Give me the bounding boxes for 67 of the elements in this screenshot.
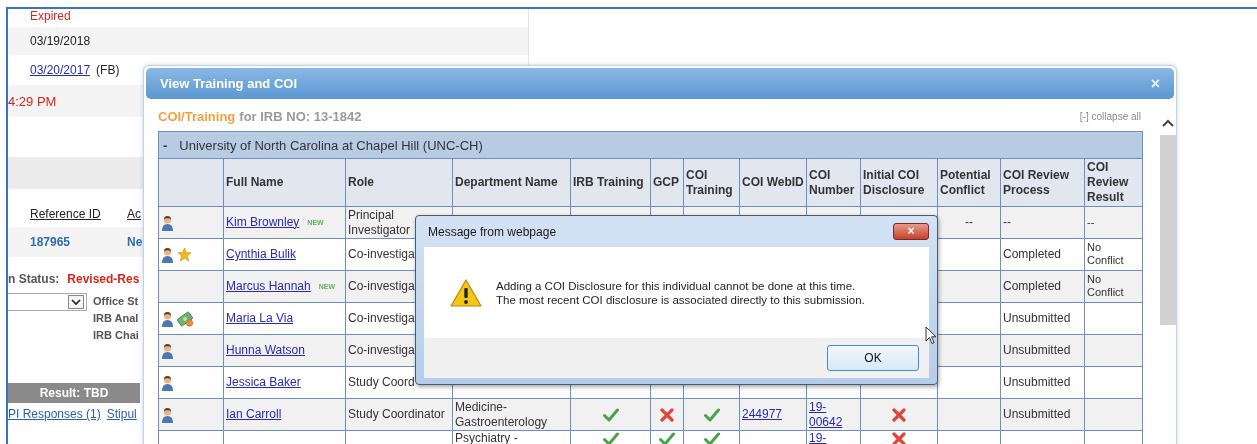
- ok-button[interactable]: OK: [827, 345, 919, 371]
- assignment-label: Office St: [93, 295, 139, 307]
- column-header: COI Number: [806, 158, 861, 207]
- column-header: IRB Training: [570, 158, 651, 207]
- review-process-text: Completed: [1003, 247, 1062, 261]
- tab-link[interactable]: Stipul: [106, 407, 137, 421]
- dialog-title: Message from webpage: [428, 224, 557, 239]
- column-header: Initial COI Disclosure: [860, 158, 938, 207]
- role-text: Co-investiga: [348, 343, 415, 357]
- time-text: 4:29 PM: [8, 93, 57, 109]
- message-line: The most recent COI disclosure is associated directly to this submission.: [496, 293, 865, 306]
- column-header: COI Review Result: [1084, 158, 1143, 207]
- review-process-text: Completed: [1003, 279, 1062, 293]
- table-cell: Ne: [127, 235, 143, 249]
- review-process-text: Unsubmitted: [1003, 407, 1071, 421]
- person-name-link[interactable]: Ian Carroll: [226, 407, 282, 421]
- table-cell: --: [965, 215, 973, 229]
- status-label: n Status:: [8, 272, 60, 286]
- assignment-label: IRB Anal: [93, 312, 139, 324]
- collapse-all-link[interactable]: [-] collapse all: [1079, 110, 1141, 122]
- review-process-text: Unsubmitted: [1003, 311, 1071, 325]
- review-result-text: No Conflict: [1087, 241, 1125, 267]
- column-header: COI Training: [683, 158, 740, 207]
- scrollbar-thumb[interactable]: [1160, 135, 1176, 325]
- column-header: Role: [345, 158, 453, 207]
- table-cell-text: 187965: [30, 235, 72, 249]
- role-text: Co-investiga: [348, 311, 415, 325]
- review-process-text: Unsubmitted: [1003, 343, 1071, 357]
- department-text: Medicine-Gastroenterology: [455, 399, 548, 429]
- column-header: Department Name: [452, 158, 571, 207]
- tab-link[interactable]: PI Responses (1): [8, 407, 101, 421]
- group-header-row[interactable]: - University of North Carolina at Chapel Hill (UNC-CH): [158, 131, 1143, 159]
- irb-number-label: for IRB NO: 13-1842: [239, 108, 362, 124]
- role-text: Principal Investigator: [348, 207, 411, 237]
- role-text: Co-investiga: [348, 247, 415, 261]
- column-header: COI Review Process: [1000, 158, 1085, 207]
- section-title: COI/Training: [158, 108, 236, 124]
- department-text: Psychiatry -: [455, 431, 518, 444]
- role-text: Study Coordinator: [348, 407, 445, 421]
- scroll-up-icon[interactable]: [1162, 119, 1174, 127]
- group-title: University of North Carolina at Chapel Hill (UNC-CH): [179, 137, 483, 153]
- column-header: COI WebID: [739, 158, 807, 207]
- column-header: Full Name: [223, 158, 346, 207]
- column-header: Potential Conflict: [937, 158, 1001, 207]
- date-note: (FB): [96, 63, 120, 77]
- message-line: Adding a COI Disclosure for this individual cannot be done at this time.: [496, 279, 857, 292]
- review-result-text: --: [1087, 216, 1095, 229]
- review-process-text: --: [1003, 215, 1011, 229]
- assignment-label: IRB Chai: [93, 329, 139, 341]
- role-text: Study Coord: [348, 375, 415, 389]
- date-link[interactable]: 03/20/2017: [30, 63, 91, 77]
- person-name-link[interactable]: Marcus Hannah: [226, 278, 311, 293]
- date-text: 03/19/2018: [30, 34, 91, 48]
- column-header-link[interactable]: Reference ID: [30, 207, 127, 221]
- review-process-text: Unsubmitted: [1003, 375, 1071, 389]
- collapse-toggle[interactable]: -: [163, 137, 168, 153]
- status-text: Expired: [30, 9, 71, 23]
- warning-icon: [450, 278, 482, 307]
- result-bar: Result: TBD: [8, 383, 140, 403]
- column-header: GCP: [650, 158, 684, 207]
- role-text: Co-investiga: [348, 279, 415, 293]
- dropdown-field[interactable]: [8, 293, 87, 311]
- person-name-link[interactable]: Kim Brownley: [226, 214, 300, 229]
- modal-title: View Training and COI: [160, 76, 297, 91]
- review-result-text: No Conflict: [1087, 273, 1125, 299]
- status-value: Revised-Res: [67, 272, 140, 286]
- column-header-link[interactable]: Ac: [127, 207, 141, 221]
